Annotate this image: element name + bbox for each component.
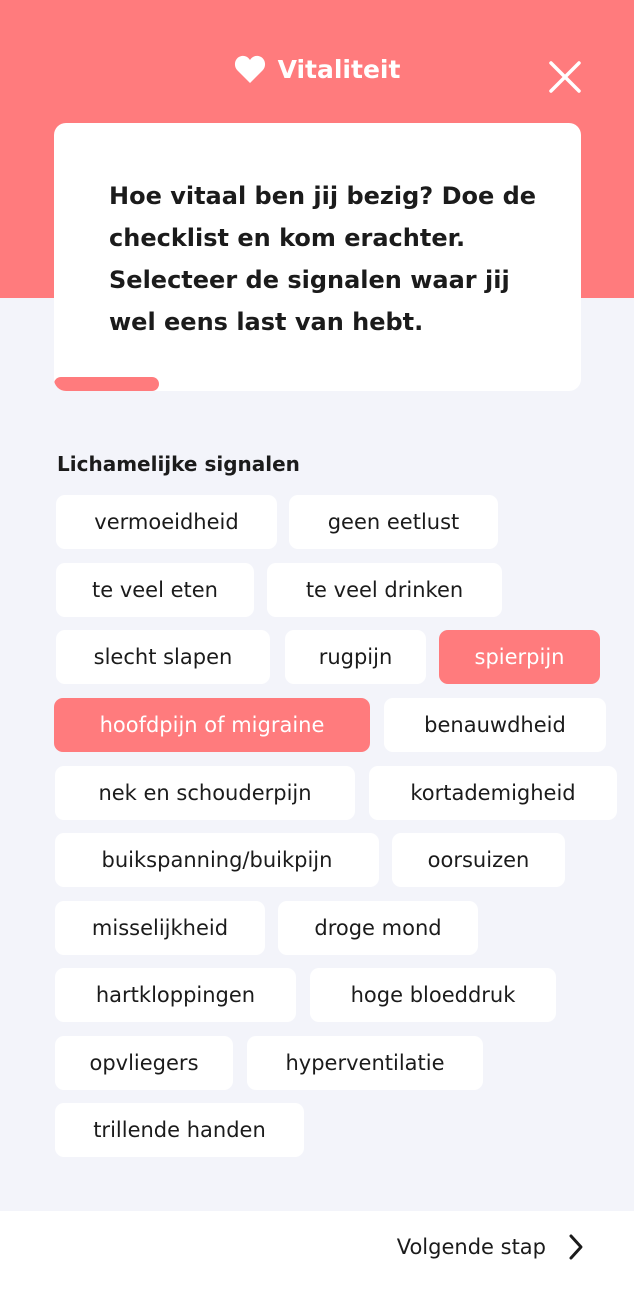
chip-label: hartkloppingen	[95, 983, 256, 1007]
chip-hyperventilatie[interactable]: hyperventilatie	[247, 1036, 483, 1090]
chip-kortademigheid[interactable]: kortademigheid	[369, 766, 617, 820]
chip-label: hoge bloeddruk	[350, 983, 516, 1007]
progress-bar	[54, 377, 160, 391]
chip-spierpijn[interactable]: spierpijn	[439, 630, 600, 684]
chip-hoge-bloeddruk[interactable]: hoge bloeddruk	[310, 968, 556, 1022]
header-title-group: Vitaliteit	[0, 54, 634, 84]
intro-text: Hoe vitaal ben jij bezig? Doe de checkli…	[109, 182, 537, 336]
chip-rugpijn[interactable]: rugpijn	[285, 630, 426, 684]
chip-droge-mond[interactable]: droge mond	[278, 901, 478, 955]
chevron-right-icon	[568, 1233, 584, 1261]
chip-label: droge mond	[314, 916, 442, 940]
chip-label: kortademigheid	[410, 781, 576, 805]
chip-label: geen eetlust	[327, 510, 460, 534]
chip-label: oorsuizen	[427, 848, 530, 872]
chip-nek-en-schouderpijn[interactable]: nek en schouderpijn	[55, 766, 355, 820]
chip-slecht-slapen[interactable]: slecht slapen	[56, 630, 270, 684]
page-title: Vitaliteit	[277, 54, 401, 84]
footer: Volgende stap	[0, 1211, 634, 1290]
chip-label: hyperventilatie	[285, 1051, 445, 1075]
close-icon[interactable]	[546, 58, 584, 96]
chip-oorsuizen[interactable]: oorsuizen	[392, 833, 565, 887]
chip-label: misselijkheid	[91, 916, 229, 940]
next-step-button[interactable]: Volgende stap	[397, 1233, 584, 1261]
chip-benauwdheid[interactable]: benauwdheid	[384, 698, 606, 752]
next-step-label: Volgende stap	[396, 1235, 546, 1259]
heart-icon	[234, 54, 266, 84]
chip-label: opvliegers	[89, 1051, 199, 1075]
chip-label: slecht slapen	[93, 645, 233, 669]
chip-geen-eetlust[interactable]: geen eetlust	[289, 495, 498, 549]
chip-label: spierpijn	[474, 645, 565, 669]
chip-label: nek en schouderpijn	[98, 781, 312, 805]
chip-label: vermoeidheid	[94, 510, 239, 534]
chip-opvliegers[interactable]: opvliegers	[55, 1036, 233, 1090]
chip-label: buikspanning/buikpijn	[101, 848, 333, 872]
chip-te-veel-eten[interactable]: te veel eten	[56, 563, 254, 617]
chip-label: te veel drinken	[305, 578, 464, 602]
chip-trillende-handen[interactable]: trillende handen	[55, 1103, 304, 1157]
chip-hartkloppingen[interactable]: hartkloppingen	[55, 968, 296, 1022]
chip-label: hoofdpijn of migraine	[99, 713, 325, 737]
chip-label: benauwdheid	[424, 713, 566, 737]
chip-hoofdpijn-of-migraine[interactable]: hoofdpijn of migraine	[54, 698, 370, 752]
chip-vermoeidheid[interactable]: vermoeidheid	[56, 495, 277, 549]
chip-label: te veel eten	[92, 578, 218, 602]
chip-misselijkheid[interactable]: misselijkheid	[55, 901, 265, 955]
chip-label: trillende handen	[93, 1118, 266, 1142]
section-title: Lichamelijke signalen	[57, 452, 300, 476]
chip-buikspanning-buikpijn[interactable]: buikspanning/buikpijn	[55, 833, 379, 887]
intro-card: Hoe vitaal ben jij bezig? Doe de checkli…	[54, 123, 581, 391]
chip-te-veel-drinken[interactable]: te veel drinken	[267, 563, 502, 617]
chip-label: rugpijn	[318, 645, 393, 669]
